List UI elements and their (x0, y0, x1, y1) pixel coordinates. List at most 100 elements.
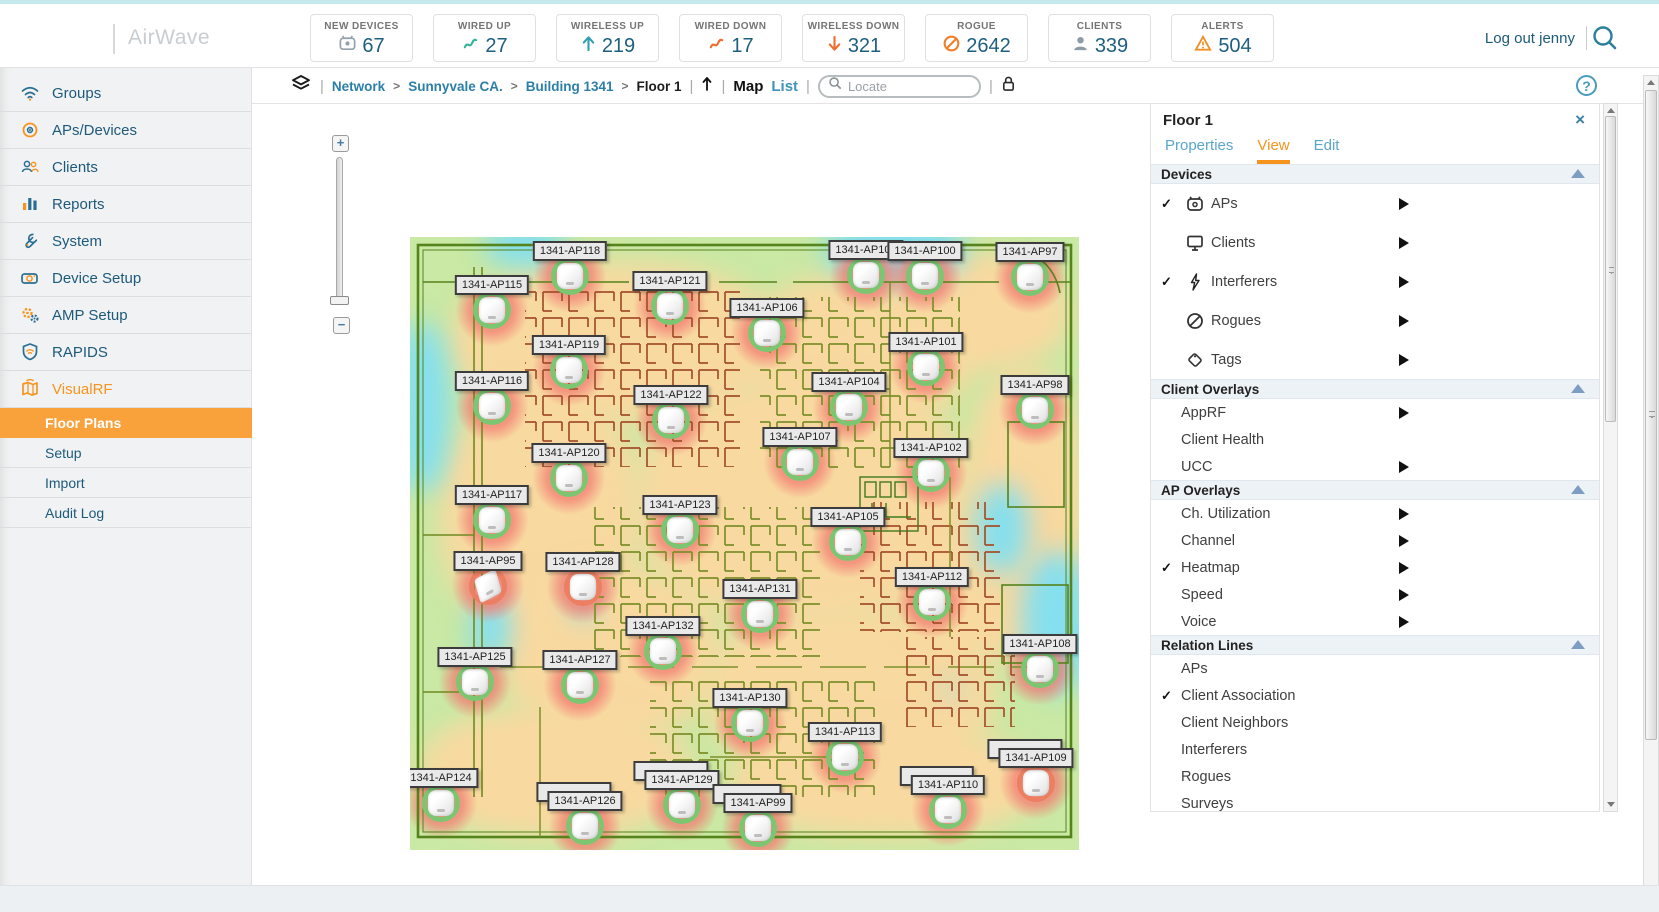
ap-marker[interactable]: 1341-AP107 (762, 427, 838, 481)
expand-arrow-icon[interactable] (1399, 588, 1409, 601)
panel-row-interferers[interactable]: Interferers (1151, 736, 1599, 763)
expand-arrow-icon[interactable] (1399, 314, 1409, 327)
sidebar-item-rapids[interactable]: RAPIDS (0, 334, 252, 371)
ap-marker[interactable]: 1341-AP120 (531, 443, 607, 497)
panel-row-clients[interactable]: Clients (1151, 223, 1599, 262)
sidebar-item-amp-setup[interactable]: AMP Setup (0, 297, 252, 334)
expand-arrow-icon[interactable] (1399, 534, 1409, 547)
expand-arrow-icon[interactable] (1399, 236, 1409, 249)
ap-marker[interactable]: 1341-AP118 (532, 241, 608, 295)
expand-arrow-icon[interactable] (1399, 615, 1409, 628)
sidebar-item-import[interactable]: Import (0, 468, 252, 498)
ap-marker[interactable]: 1341-AP125 (437, 647, 513, 701)
stat-card-rogue[interactable]: ROGUE 2642 (925, 14, 1028, 62)
expand-arrow-icon[interactable] (1399, 507, 1409, 520)
logout-link[interactable]: Log out jenny (1485, 30, 1575, 47)
collapse-icon[interactable] (1571, 640, 1585, 649)
breadcrumb-link[interactable]: Network (332, 79, 385, 94)
ap-marker[interactable]: 1341-AP1291341-AP129 (633, 761, 720, 824)
sidebar-item-audit-log[interactable]: Audit Log (0, 498, 252, 528)
panel-row-speed[interactable]: Speed (1151, 581, 1599, 608)
ap-marker[interactable]: 1341-AP104 (811, 372, 887, 426)
panel-row-rogues[interactable]: Rogues (1151, 301, 1599, 340)
panel-row-rogues[interactable]: Rogues (1151, 763, 1599, 790)
sidebar-item-system[interactable]: System (0, 223, 252, 260)
view-tab-list[interactable]: List (771, 78, 798, 95)
ap-marker[interactable]: 1341-AP106 (729, 298, 805, 352)
close-icon[interactable]: × (1575, 110, 1585, 130)
sidebar-item-aps-devices[interactable]: APs/Devices (0, 112, 252, 149)
lock-icon[interactable] (1001, 75, 1016, 97)
ap-marker[interactable]: 1341-AP116 (454, 371, 530, 425)
search-icon[interactable] (1589, 23, 1621, 55)
tab-view[interactable]: View (1257, 134, 1290, 164)
page-scrollbar[interactable] (1643, 75, 1659, 912)
sidebar-item-reports[interactable]: Reports (0, 186, 252, 223)
ap-marker[interactable]: 1341-AP98 (1000, 375, 1070, 429)
section-header-ap-overlays[interactable]: AP Overlays (1151, 480, 1599, 500)
sidebar-item-setup[interactable]: Setup (0, 438, 252, 468)
ap-marker[interactable]: 1341-AP124 (410, 768, 479, 822)
panel-row-ucc[interactable]: UCC (1151, 453, 1599, 480)
ap-marker[interactable]: 1341-AP1261341-AP126 (536, 782, 623, 845)
breadcrumb-link[interactable]: Building 1341 (526, 79, 614, 94)
ap-marker[interactable]: 1341-AP108 (1002, 634, 1078, 688)
panel-row-client-association[interactable]: ✓ Client Association (1151, 682, 1599, 709)
breadcrumb-link[interactable]: Sunnyvale CA. (408, 79, 503, 94)
stat-card-alerts[interactable]: ALERTS 504 (1171, 14, 1274, 62)
section-header-devices[interactable]: Devices (1151, 164, 1599, 184)
sidebar-item-visualrf[interactable]: VisualRF (0, 371, 252, 408)
ap-marker[interactable]: 1341-AP991341-AP99 (712, 784, 793, 847)
floor-plan-canvas[interactable]: 1341-AP118 1341-AP115 1341-AP121 1341-AP103… (410, 237, 1079, 850)
ap-marker[interactable]: 1341-AP117 (454, 485, 530, 539)
panel-row-interferers[interactable]: ✓ Interferers (1151, 262, 1599, 301)
stat-card-new-devices[interactable]: NEW DEVICES 67 (310, 14, 413, 62)
sidebar-item-floor-plans[interactable]: Floor Plans (0, 408, 262, 438)
stat-card-wireless-up[interactable]: WIRELESS UP 219 (556, 14, 659, 62)
panel-row-surveys[interactable]: Surveys (1151, 790, 1599, 812)
ap-marker[interactable]: 1341-AP131 (722, 579, 798, 633)
panel-row-heatmap[interactable]: ✓ Heatmap (1151, 554, 1599, 581)
ap-marker[interactable]: 1341-AP103 (828, 240, 904, 294)
panel-row-apprf[interactable]: AppRF (1151, 399, 1599, 426)
tab-properties[interactable]: Properties (1165, 134, 1233, 164)
layers-icon[interactable] (290, 74, 312, 99)
panel-row-ch-utilization[interactable]: Ch. Utilization (1151, 500, 1599, 527)
ap-marker[interactable]: 1341-AP112 (894, 567, 970, 621)
section-header-client-overlays[interactable]: Client Overlays (1151, 379, 1599, 399)
ap-marker[interactable]: 1341-AP122 (633, 385, 709, 439)
zoom-out-button[interactable]: − (333, 317, 350, 334)
panel-row-tags[interactable]: Tags (1151, 340, 1599, 379)
view-tab-map[interactable]: Map (733, 78, 763, 95)
ap-marker[interactable]: 1341-AP1101341-AP110 (899, 766, 986, 829)
ap-marker[interactable]: 1341-AP102 (893, 438, 969, 492)
collapse-icon[interactable] (1571, 169, 1585, 178)
section-header-relation-lines[interactable]: Relation Lines (1151, 635, 1599, 655)
ap-marker[interactable]: 1341-AP128 (545, 552, 621, 606)
stat-card-clients[interactable]: CLIENTS 339 (1048, 14, 1151, 62)
expand-arrow-icon[interactable] (1399, 460, 1409, 473)
stat-card-wired-up[interactable]: WIRED UP 27 (433, 14, 536, 62)
panel-row-aps[interactable]: APs (1151, 655, 1599, 682)
ap-marker[interactable]: 1341-AP95 (453, 551, 523, 605)
ap-marker[interactable]: 1341-AP123 (642, 495, 718, 549)
ap-marker[interactable]: 1341-AP121 (632, 271, 708, 325)
panel-row-client-health[interactable]: Client Health (1151, 426, 1599, 453)
help-icon[interactable]: ? (1576, 75, 1597, 96)
ap-marker[interactable]: 1341-AP113 (807, 722, 883, 776)
collapse-icon[interactable] (1571, 485, 1585, 494)
level-up-icon[interactable] (701, 76, 713, 97)
tab-edit[interactable]: Edit (1314, 134, 1340, 164)
zoom-in-button[interactable]: + (332, 135, 349, 152)
sidebar-item-device-setup[interactable]: Device Setup (0, 260, 252, 297)
panel-row-voice[interactable]: Voice (1151, 608, 1599, 635)
ap-marker[interactable]: 1341-AP97 (995, 242, 1065, 296)
collapse-icon[interactable] (1571, 384, 1585, 393)
ap-marker[interactable]: 1341-AP132 (625, 616, 701, 670)
panel-scrollbar[interactable] (1603, 103, 1618, 812)
ap-marker[interactable]: 1341-AP115 (454, 275, 530, 329)
ap-marker[interactable]: 1341-AP119 (531, 335, 607, 389)
ap-marker[interactable]: 1341-AP105 (810, 507, 886, 561)
ap-marker[interactable]: 1341-AP101 (888, 332, 964, 386)
ap-marker[interactable]: 1341-AP130 (712, 688, 788, 742)
